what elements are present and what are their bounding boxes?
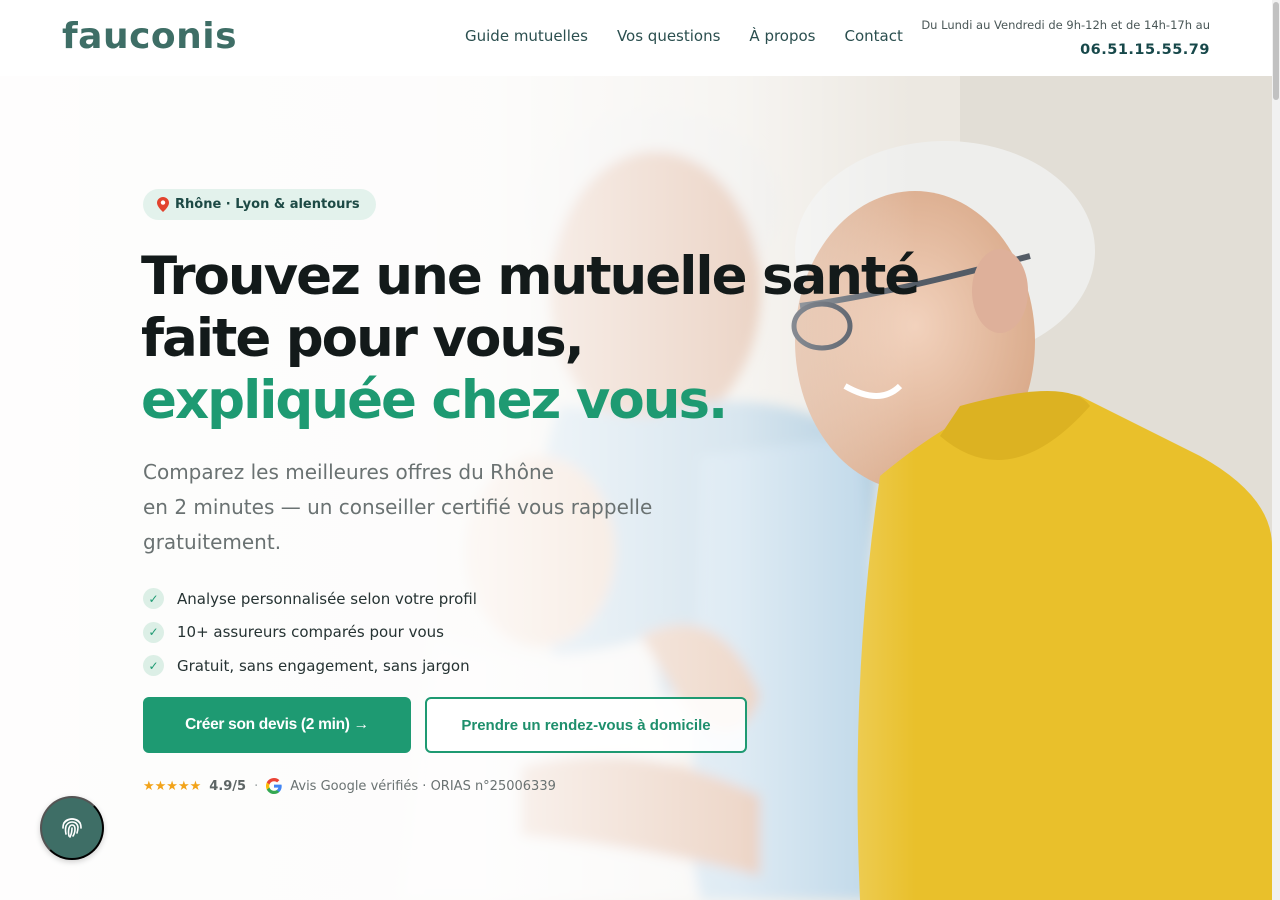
nav-item-questions[interactable]: Vos questions	[617, 27, 720, 45]
rating-bar: ★★★★★ 4.9/5 · Avis Google vérifiés · ORI…	[143, 778, 556, 794]
hero-subtitle: Comparez les meilleures offres du Rhône …	[143, 455, 703, 560]
accessibility-button[interactable]	[40, 796, 104, 860]
fingerprint-icon	[59, 814, 85, 843]
headline-line-1: Trouvez une mutuelle santé	[141, 246, 920, 307]
hero-section: Rhône · Lyon & alentours Trouvez une mut…	[0, 76, 1272, 900]
badge-label: Rhône · Lyon & alentours	[175, 197, 360, 212]
separator: ·	[254, 778, 259, 794]
phone-link[interactable]: 06.51.15.55.79	[921, 42, 1210, 58]
google-icon	[266, 778, 282, 794]
logo[interactable]: fauconis	[62, 14, 237, 60]
create-quote-button[interactable]: Créer son devis (2 min) →	[143, 697, 411, 753]
scrollbar-thumb[interactable]	[1273, 2, 1279, 100]
benefits-list: ✓ Analyse personnalisée selon votre prof…	[143, 582, 477, 683]
location-badge: Rhône · Lyon & alentours	[143, 189, 376, 220]
list-item: ✓ 10+ assureurs comparés pour vous	[143, 616, 477, 650]
nav-item-about[interactable]: À propos	[749, 27, 815, 45]
opening-hours: Du Lundi au Vendredi de 9h-12h et de 14h…	[921, 18, 1210, 32]
subtitle-line-2: en 2 minutes — un conseiller certifié vo…	[143, 495, 653, 519]
hero-headline: Trouvez une mutuelle santé faite pour vo…	[141, 246, 920, 432]
nav-item-guide[interactable]: Guide mutuelles	[465, 27, 588, 45]
subtitle-line-3: gratuitement.	[143, 530, 282, 554]
check-icon: ✓	[143, 621, 164, 643]
rating-score: 4.9/5	[209, 778, 247, 794]
nav-item-contact[interactable]: Contact	[845, 27, 903, 45]
book-home-appointment-button[interactable]: Prendre un rendez-vous à domicile	[425, 697, 747, 753]
header-contact: Du Lundi au Vendredi de 9h-12h et de 14h…	[921, 18, 1210, 58]
check-icon: ✓	[143, 655, 164, 677]
reviews-text: Avis Google vérifiés · ORIAS n°25006339	[290, 778, 556, 794]
logo-text: fauconis	[62, 16, 238, 57]
subtitle-line-1: Comparez les meilleures offres du Rhône	[143, 460, 554, 484]
site-header: fauconis Guide mutuelles Vos questions À…	[0, 0, 1272, 76]
check-icon: ✓	[143, 588, 164, 610]
page-scrollbar[interactable]	[1272, 0, 1280, 900]
main-nav: Guide mutuelles Vos questions À propos C…	[465, 27, 903, 45]
benefit-text: 10+ assureurs comparés pour vous	[177, 623, 444, 642]
star-rating: ★★★★★	[143, 778, 202, 794]
pin-icon	[157, 197, 169, 212]
list-item: ✓ Analyse personnalisée selon votre prof…	[143, 582, 477, 616]
benefit-text: Gratuit, sans engagement, sans jargon	[177, 656, 470, 675]
headline-line-2: faite pour vous,	[141, 308, 585, 369]
benefit-text: Analyse personnalisée selon votre profil	[177, 589, 477, 608]
headline-line-3: expliquée chez vous.	[141, 370, 728, 431]
list-item: ✓ Gratuit, sans engagement, sans jargon	[143, 649, 477, 683]
